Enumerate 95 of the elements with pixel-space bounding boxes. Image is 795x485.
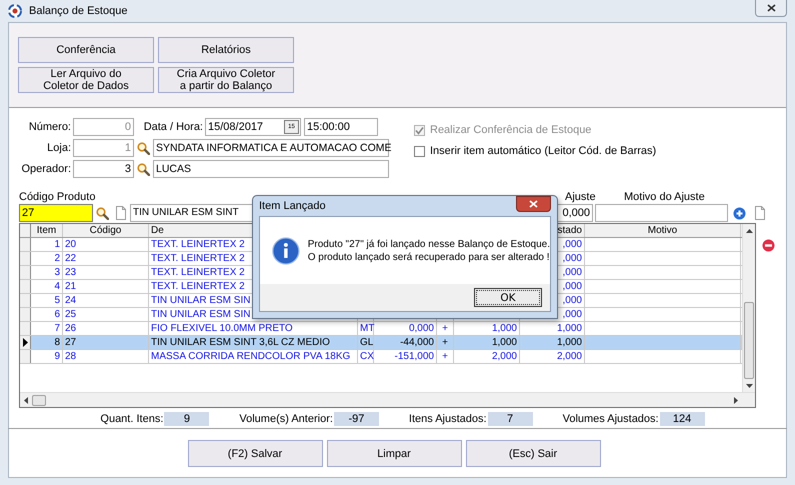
toolbar-button[interactable]: Relatórios [158,37,294,63]
table-cell: + [437,336,454,349]
table-cell: + [437,350,454,363]
field-label: Motivo do Ajuste [624,191,705,203]
summary-label: Volume(s) Anterior: [239,413,333,425]
close-icon [766,4,776,12]
table-cell: 9 [31,350,63,363]
table-cell: 2 [31,252,63,265]
close-icon [529,200,538,208]
document-icon [115,206,127,220]
dialog-title: Item Lançado [259,200,326,212]
table-cell: 26 [63,322,149,335]
time-field[interactable]: 15:00:00 [304,118,378,136]
toolbar-button[interactable]: Conferência [18,37,154,63]
table-cell: CX [358,350,374,363]
scrollbar-thumb[interactable] [32,394,46,406]
table-cell: 23 [63,266,149,279]
scroll-right-icon [734,396,738,404]
operator-name-field[interactable]: LUCAS [153,160,389,178]
field-label: Ajuste [565,191,596,203]
table-cell: 1,000 [520,336,585,349]
field-label: Operador: [20,163,72,175]
action-button[interactable]: (F2) Salvar [188,440,322,467]
table-cell: 0,000 [374,322,437,335]
ok-button[interactable]: OK [474,288,542,307]
table-cell: -44,000 [374,336,437,349]
summary-value: 9 [164,412,210,426]
table-cell: 6 [31,308,63,321]
reason-field[interactable] [595,204,728,222]
scroll-down-icon [746,384,752,388]
toolbar-button[interactable]: Ler Arquivo do Coletor de Dados [18,67,154,93]
summary-value: 124 [660,412,705,426]
table-cell: -151,000 [374,350,437,363]
window-title: Balanço de Estoque [29,5,128,17]
summary-label: Volumes Ajustados: [562,413,659,425]
checkbox-label: Realizar Conferência de Estoque [430,124,592,136]
table-cell: 1,000 [520,322,585,335]
row-header[interactable] [20,336,31,349]
scroll-up-icon [746,229,752,233]
scroll-left-icon [24,396,28,404]
table-cell: GL [358,336,374,349]
table-cell: 22 [63,252,149,265]
search-icon [137,162,150,176]
search-icon [137,142,150,154]
table-cell: MASSA CORRIDA RENDCOLOR PVA 18KG [149,350,358,363]
table-cell: 27 [63,336,149,349]
column-header: Item [31,224,63,237]
table-cell: 2,000 [520,350,585,363]
action-button[interactable]: (Esc) Sair [466,440,600,467]
table-cell: FIO FLEXIVEL 10.0MM PRETO [149,322,358,335]
table-cell: 1 [31,238,63,251]
table-cell: 24 [63,294,149,307]
table-cell: 20 [63,238,149,251]
table-cell: TIN UNILAR ESM SINT 3,6L CZ MEDIO [149,336,358,349]
table-cell: MT [358,322,374,335]
app-icon [8,4,22,18]
table-cell: 1,000 [454,322,520,335]
summary-label: Itens Ajustados: [408,413,487,425]
table-cell: 4 [31,280,63,293]
search-icon [96,206,109,220]
summary-value: -97 [334,412,379,426]
row-pointer-icon [22,338,28,347]
table-cell: 1,000 [454,336,520,349]
remove-icon [762,239,775,252]
table-cell: 3 [31,266,63,279]
table-cell: + [437,322,454,335]
vertical-scrollbar[interactable] [742,224,755,392]
column-header: Código [63,224,149,237]
column-header: Motivo [585,224,741,237]
table-cell: 5 [31,294,63,307]
add-icon [733,206,746,220]
table-cell: 25 [63,308,149,321]
table-cell: 28 [63,350,149,363]
toolbar-button[interactable]: Cria Arquivo Coletor a partir do Balanço [158,67,294,93]
horizontal-scrollbar[interactable] [20,392,755,407]
table-cell: 8 [31,336,63,349]
operator-code-field[interactable]: 3 [73,160,134,178]
field-label: Loja: [46,142,72,154]
close-button[interactable] [755,0,787,17]
info-icon [272,234,300,266]
summary-value: 7 [488,412,533,426]
summary-label: Quant. Itens: [100,413,164,425]
table-cell: 21 [63,280,149,293]
action-button[interactable]: Limpar [326,440,462,467]
field-label: Data / Hora: [142,121,204,133]
field-label: Código Produto [19,191,96,203]
field-label: Número: [28,121,72,133]
table-cell: 2,000 [454,350,520,363]
close-button[interactable] [516,196,551,212]
table-cell: 7 [31,322,63,335]
document-icon [754,206,766,220]
checkbox[interactable] [414,146,425,156]
scrollbar-thumb[interactable] [744,302,754,379]
checkbox-label: Inserir item automático (Leitor Cód. de Barras) [430,145,656,157]
product-code-field[interactable]: 27 [19,204,93,222]
